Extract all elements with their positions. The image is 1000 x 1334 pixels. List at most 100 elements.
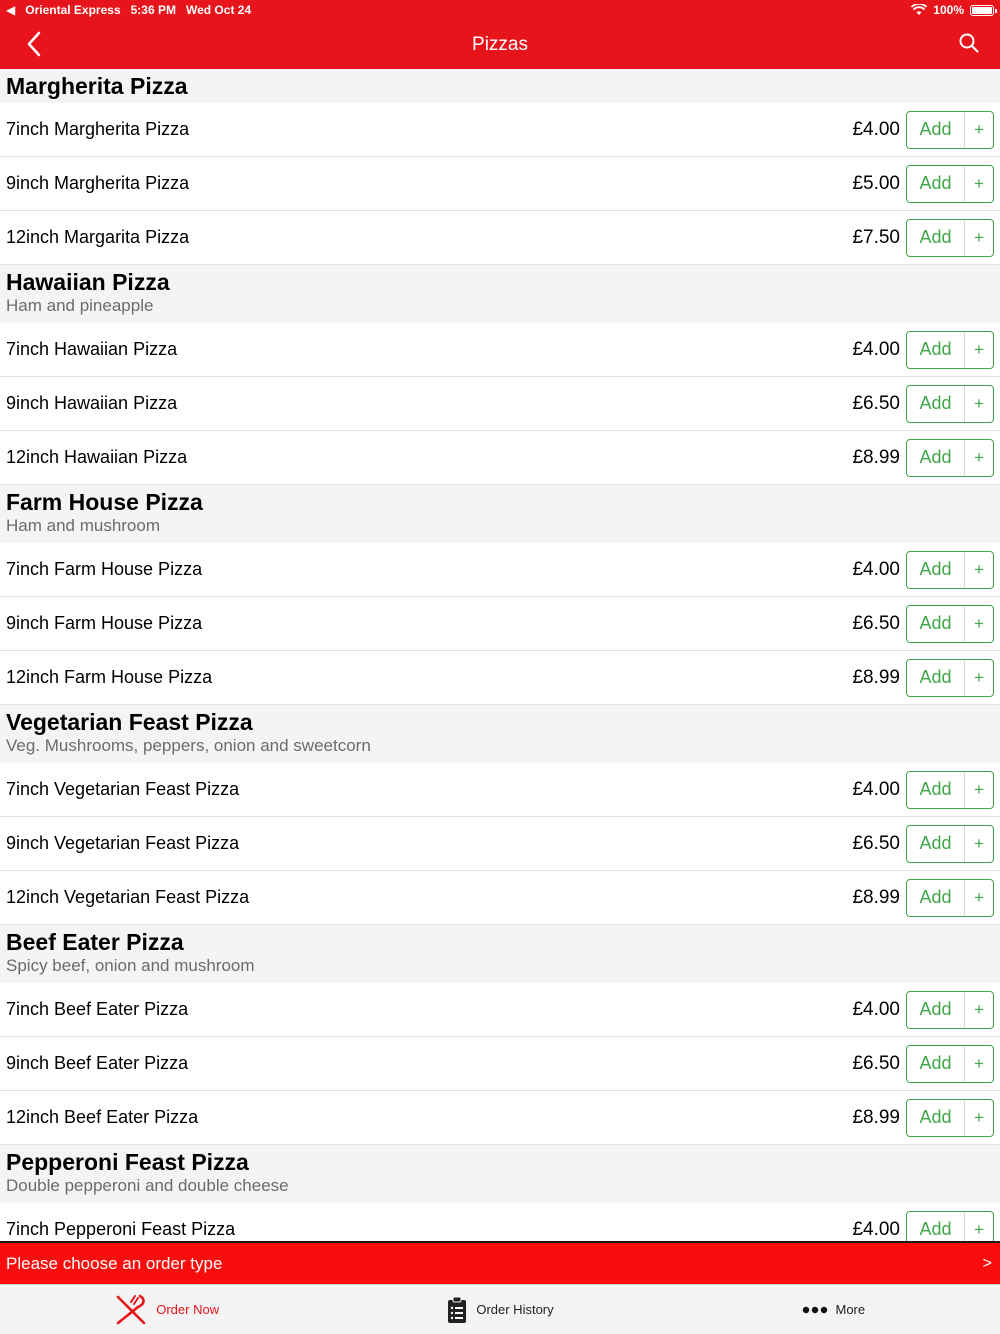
add-button[interactable]: Add + [906,218,994,257]
tab-label: Order Now [156,1302,220,1317]
fork-knife-icon [116,1294,146,1324]
menu-item-row[interactable]: 7inch Margherita Pizza £4.00 Add + [0,103,1000,157]
section-header: Farm House Pizza Ham and mushroom [0,485,1000,543]
menu-item-row[interactable]: 9inch Hawaiian Pizza £6.50 Add + [0,377,1000,431]
menu-item-row[interactable]: 7inch Hawaiian Pizza £4.00 Add + [0,323,1000,377]
item-name: 9inch Farm House Pizza [6,613,203,633]
section-description: Double pepperoni and double cheese [6,1176,289,1195]
item-name: 9inch Beef Eater Pizza [6,1053,189,1073]
item-price: £4.00 [852,118,900,140]
item-name: 7inch Pepperoni Feast Pizza [6,1219,236,1239]
menu-item-row[interactable]: 7inch Beef Eater Pizza £4.00 Add + [0,983,1000,1037]
plus-icon: + [974,667,984,687]
section-title: Hawaiian Pizza [6,269,170,295]
tab-order-now[interactable]: Order Now [0,1285,333,1334]
status-date: Wed Oct 24 [185,3,252,17]
order-type-arrow-icon: > [982,1254,992,1272]
menu-item-row[interactable]: 12inch Margarita Pizza £7.50 Add + [0,211,1000,265]
add-button[interactable]: Add + [906,550,994,589]
item-name: 12inch Farm House Pizza [6,667,213,687]
section-header: Margherita Pizza [0,69,1000,103]
item-price: £8.99 [852,1106,900,1128]
menu-item-row[interactable]: 9inch Beef Eater Pizza £6.50 Add + [0,1037,1000,1091]
add-button[interactable]: Add + [906,824,994,863]
menu-list[interactable]: Margherita Pizza 7inch Margherita Pizza £4… [0,69,1000,1241]
section-title: Farm House Pizza [6,489,203,515]
menu-item-row[interactable]: 7inch Pepperoni Feast Pizza £4.00 Add + [0,1203,1000,1241]
section-header: Hawaiian Pizza Ham and pineapple [0,265,1000,323]
add-label: Add [907,605,965,642]
add-button[interactable]: Add + [906,1044,994,1083]
section-title: Beef Eater Pizza [6,929,184,955]
menu-item-row[interactable]: 7inch Vegetarian Feast Pizza £4.00 Add + [0,763,1000,817]
menu-item-row[interactable]: 9inch Margherita Pizza £5.00 Add + [0,157,1000,211]
back-to-app-icon[interactable]: ◀ [6,3,15,17]
item-name: 12inch Hawaiian Pizza [6,447,188,467]
add-label: Add [907,385,965,422]
plus-icon: + [974,119,984,139]
status-carrier[interactable]: Oriental Express [25,3,120,17]
page-title: Pizzas [472,33,528,55]
add-label: Add [907,331,965,368]
section-description: Spicy beef, onion and mushroom [6,956,255,975]
wifi-icon [911,4,928,15]
item-price: £8.99 [852,886,900,908]
menu-item-row[interactable]: 12inch Farm House Pizza £8.99 Add + [0,651,1000,705]
item-name: 7inch Vegetarian Feast Pizza [6,779,240,799]
item-price: £6.50 [852,1052,900,1074]
add-button[interactable]: Add + [906,384,994,423]
item-price: £4.00 [852,558,900,580]
add-button[interactable]: Add + [906,990,994,1029]
item-name: 9inch Vegetarian Feast Pizza [6,833,240,853]
tab-bar: Order Now Order History More [0,1284,1000,1334]
tab-label: More [835,1302,866,1317]
status-bar: ◀ Oriental Express 5:36 PM Wed Oct 24 10… [0,0,1000,20]
plus-icon: + [974,1053,984,1073]
section-title: Vegetarian Feast Pizza [6,709,253,735]
chevron-left-icon [27,31,41,57]
search-button[interactable] [958,32,982,56]
add-label: Add [907,771,965,808]
tab-label: Order History [476,1302,554,1317]
item-name: 7inch Beef Eater Pizza [6,999,189,1019]
add-label: Add [907,165,965,202]
menu-item-row[interactable]: 12inch Beef Eater Pizza £8.99 Add + [0,1091,1000,1145]
add-button[interactable]: Add + [906,878,994,917]
menu-item-row[interactable]: 9inch Vegetarian Feast Pizza £6.50 Add + [0,817,1000,871]
add-label: Add [907,111,965,148]
add-button[interactable]: Add + [906,1098,994,1137]
add-label: Add [907,825,965,862]
menu-item-row[interactable]: 9inch Farm House Pizza £6.50 Add + [0,597,1000,651]
add-button[interactable]: Add + [906,604,994,643]
add-button[interactable]: Add + [906,438,994,477]
plus-icon: + [974,447,984,467]
item-price: £4.00 [852,778,900,800]
add-label: Add [907,1099,965,1136]
menu-item-row[interactable]: 12inch Hawaiian Pizza £8.99 Add + [0,431,1000,485]
add-button[interactable]: Add + [906,658,994,697]
add-button[interactable]: Add + [906,164,994,203]
back-button[interactable] [20,30,48,58]
order-type-message: Please choose an order type [6,1253,223,1273]
add-button[interactable]: Add + [906,330,994,369]
menu-item-row[interactable]: 7inch Farm House Pizza £4.00 Add + [0,543,1000,597]
section-title: Margherita Pizza [6,73,188,99]
more-dots-icon [802,1306,827,1313]
add-label: Add [907,439,965,476]
item-price: £6.50 [852,832,900,854]
item-name: 9inch Margherita Pizza [6,173,190,193]
battery-percent: 100% [933,3,964,17]
tab-more[interactable]: More [667,1285,1000,1334]
add-button[interactable]: Add + [906,1210,994,1241]
nav-bar: Pizzas [0,20,1000,69]
order-type-bar[interactable]: Please choose an order type > [0,1241,1000,1284]
menu-item-row[interactable]: 12inch Vegetarian Feast Pizza £8.99 Add + [0,871,1000,925]
add-label: Add [907,879,965,916]
add-button[interactable]: Add + [906,110,994,149]
section-title: Pepperoni Feast Pizza [6,1149,249,1175]
tab-order-history[interactable]: Order History [333,1285,666,1334]
item-price: £8.99 [852,666,900,688]
plus-icon: + [974,779,984,799]
add-button[interactable]: Add + [906,770,994,809]
plus-icon: + [974,393,984,413]
